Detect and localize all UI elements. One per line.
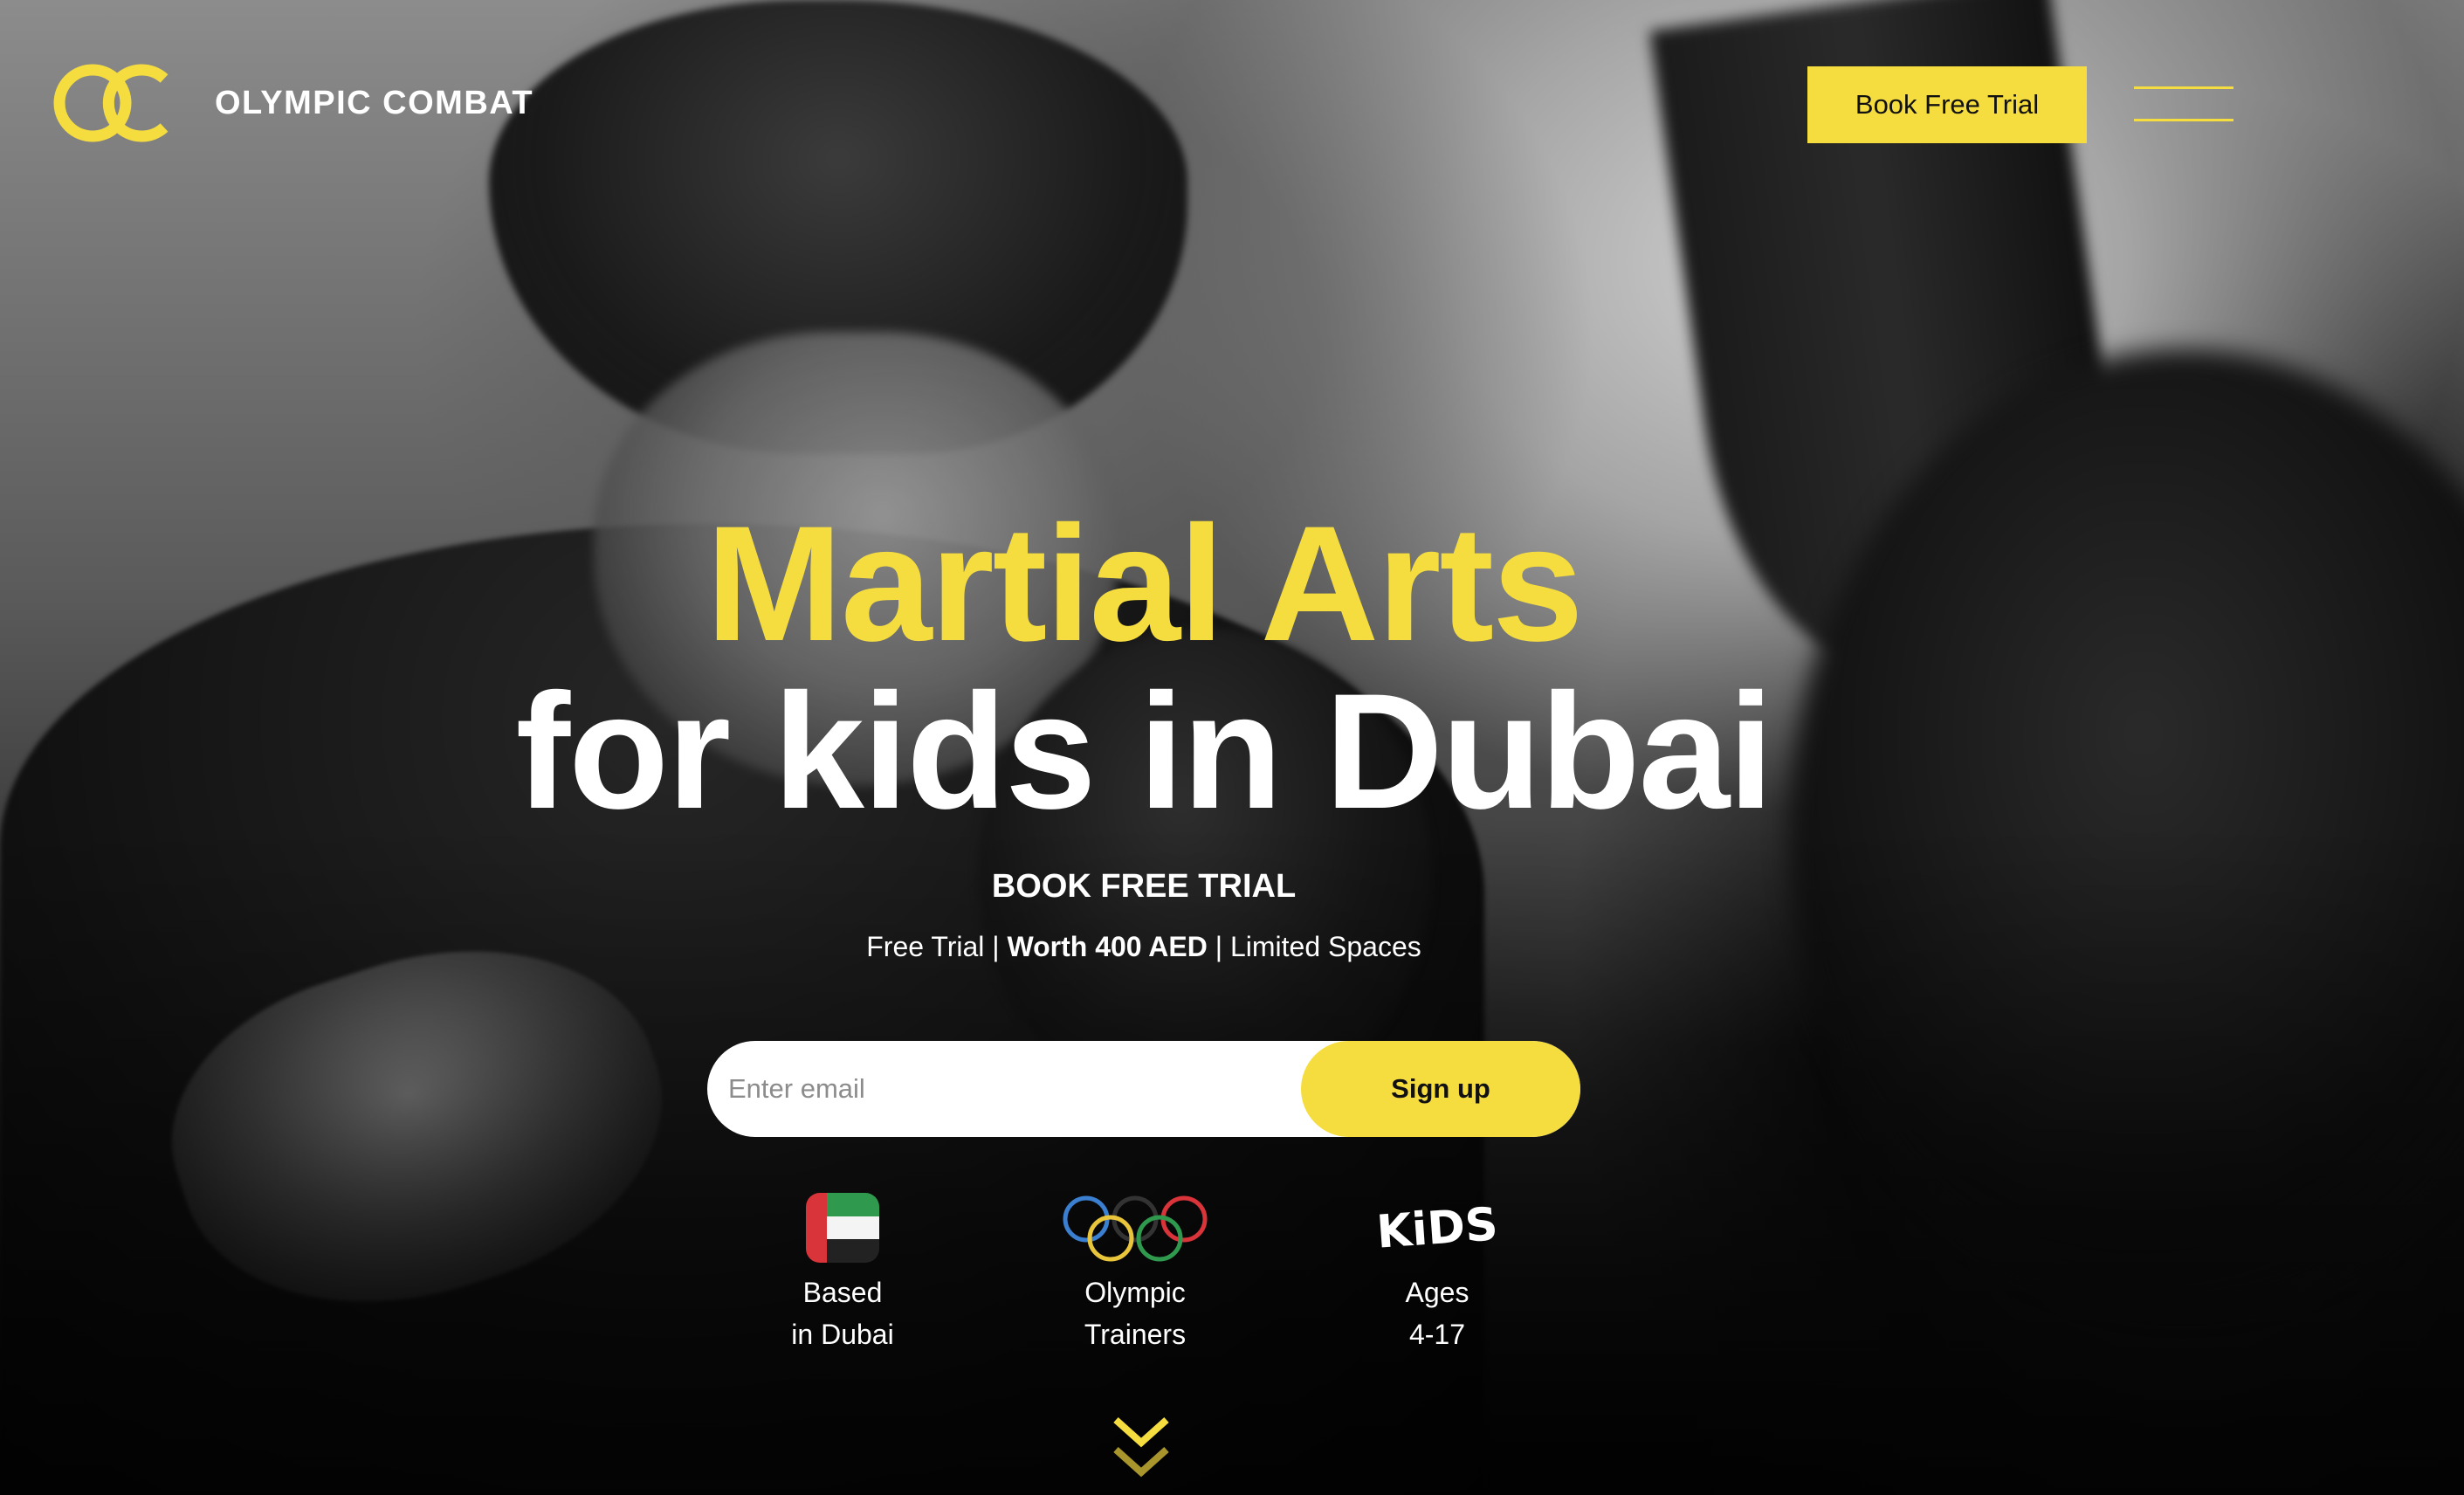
feature-line2: 4-17 <box>1408 1319 1466 1350</box>
feature-olympic-trainers: Olympic Trainers <box>1022 1193 1249 1355</box>
background-photo-hair <box>489 0 1187 454</box>
signup-form: Sign up <box>707 1041 1580 1137</box>
oc-rings-logo-icon <box>53 64 169 142</box>
brand-name: OLYMPIC COMBAT <box>215 84 534 121</box>
feature-line2: Trainers <box>1084 1319 1187 1350</box>
olympic-rings-icon <box>1063 1195 1208 1262</box>
feature-line1: Olympic <box>1084 1277 1186 1308</box>
book-free-trial-button[interactable]: Book Free Trial <box>1807 66 2087 143</box>
email-input[interactable] <box>707 1041 1310 1137</box>
offer-prefix: Free Trial | <box>866 931 1008 962</box>
hero-subtitle: BOOK FREE TRIAL <box>991 868 1297 905</box>
feature-line1: Ages <box>1405 1277 1469 1308</box>
offer-text: Free Trial | Worth 400 AED | Limited Spa… <box>0 931 2288 963</box>
double-chevron-down-icon[interactable] <box>1111 1415 1172 1481</box>
uae-flag-icon <box>806 1193 879 1263</box>
feature-line2: in Dubai <box>791 1319 894 1350</box>
kids-icon-text: KiDS <box>1376 1198 1498 1259</box>
menu-line <box>2134 86 2233 89</box>
hero-page: OLYMPIC COMBAT Book Free Trial Martial A… <box>0 0 2464 1495</box>
brand-logo[interactable]: OLYMPIC COMBAT <box>52 58 533 148</box>
feature-line1: Based <box>802 1277 883 1308</box>
hero-title-line1: Martial Arts <box>705 492 1583 675</box>
offer-worth: Worth 400 AED <box>1007 931 1208 962</box>
feature-ages: KiDS Ages 4-17 <box>1324 1193 1551 1355</box>
feature-based-in-dubai: Based in Dubai <box>729 1193 956 1355</box>
hero-title-line2: for kids in Dubai <box>515 659 1774 843</box>
hamburger-menu-icon[interactable] <box>2134 84 2233 124</box>
menu-line <box>2134 119 2233 121</box>
offer-suffix: | Limited Spaces <box>1207 931 1421 962</box>
kids-icon: KiDS <box>1376 1198 1498 1259</box>
sign-up-button[interactable]: Sign up <box>1301 1041 1580 1137</box>
